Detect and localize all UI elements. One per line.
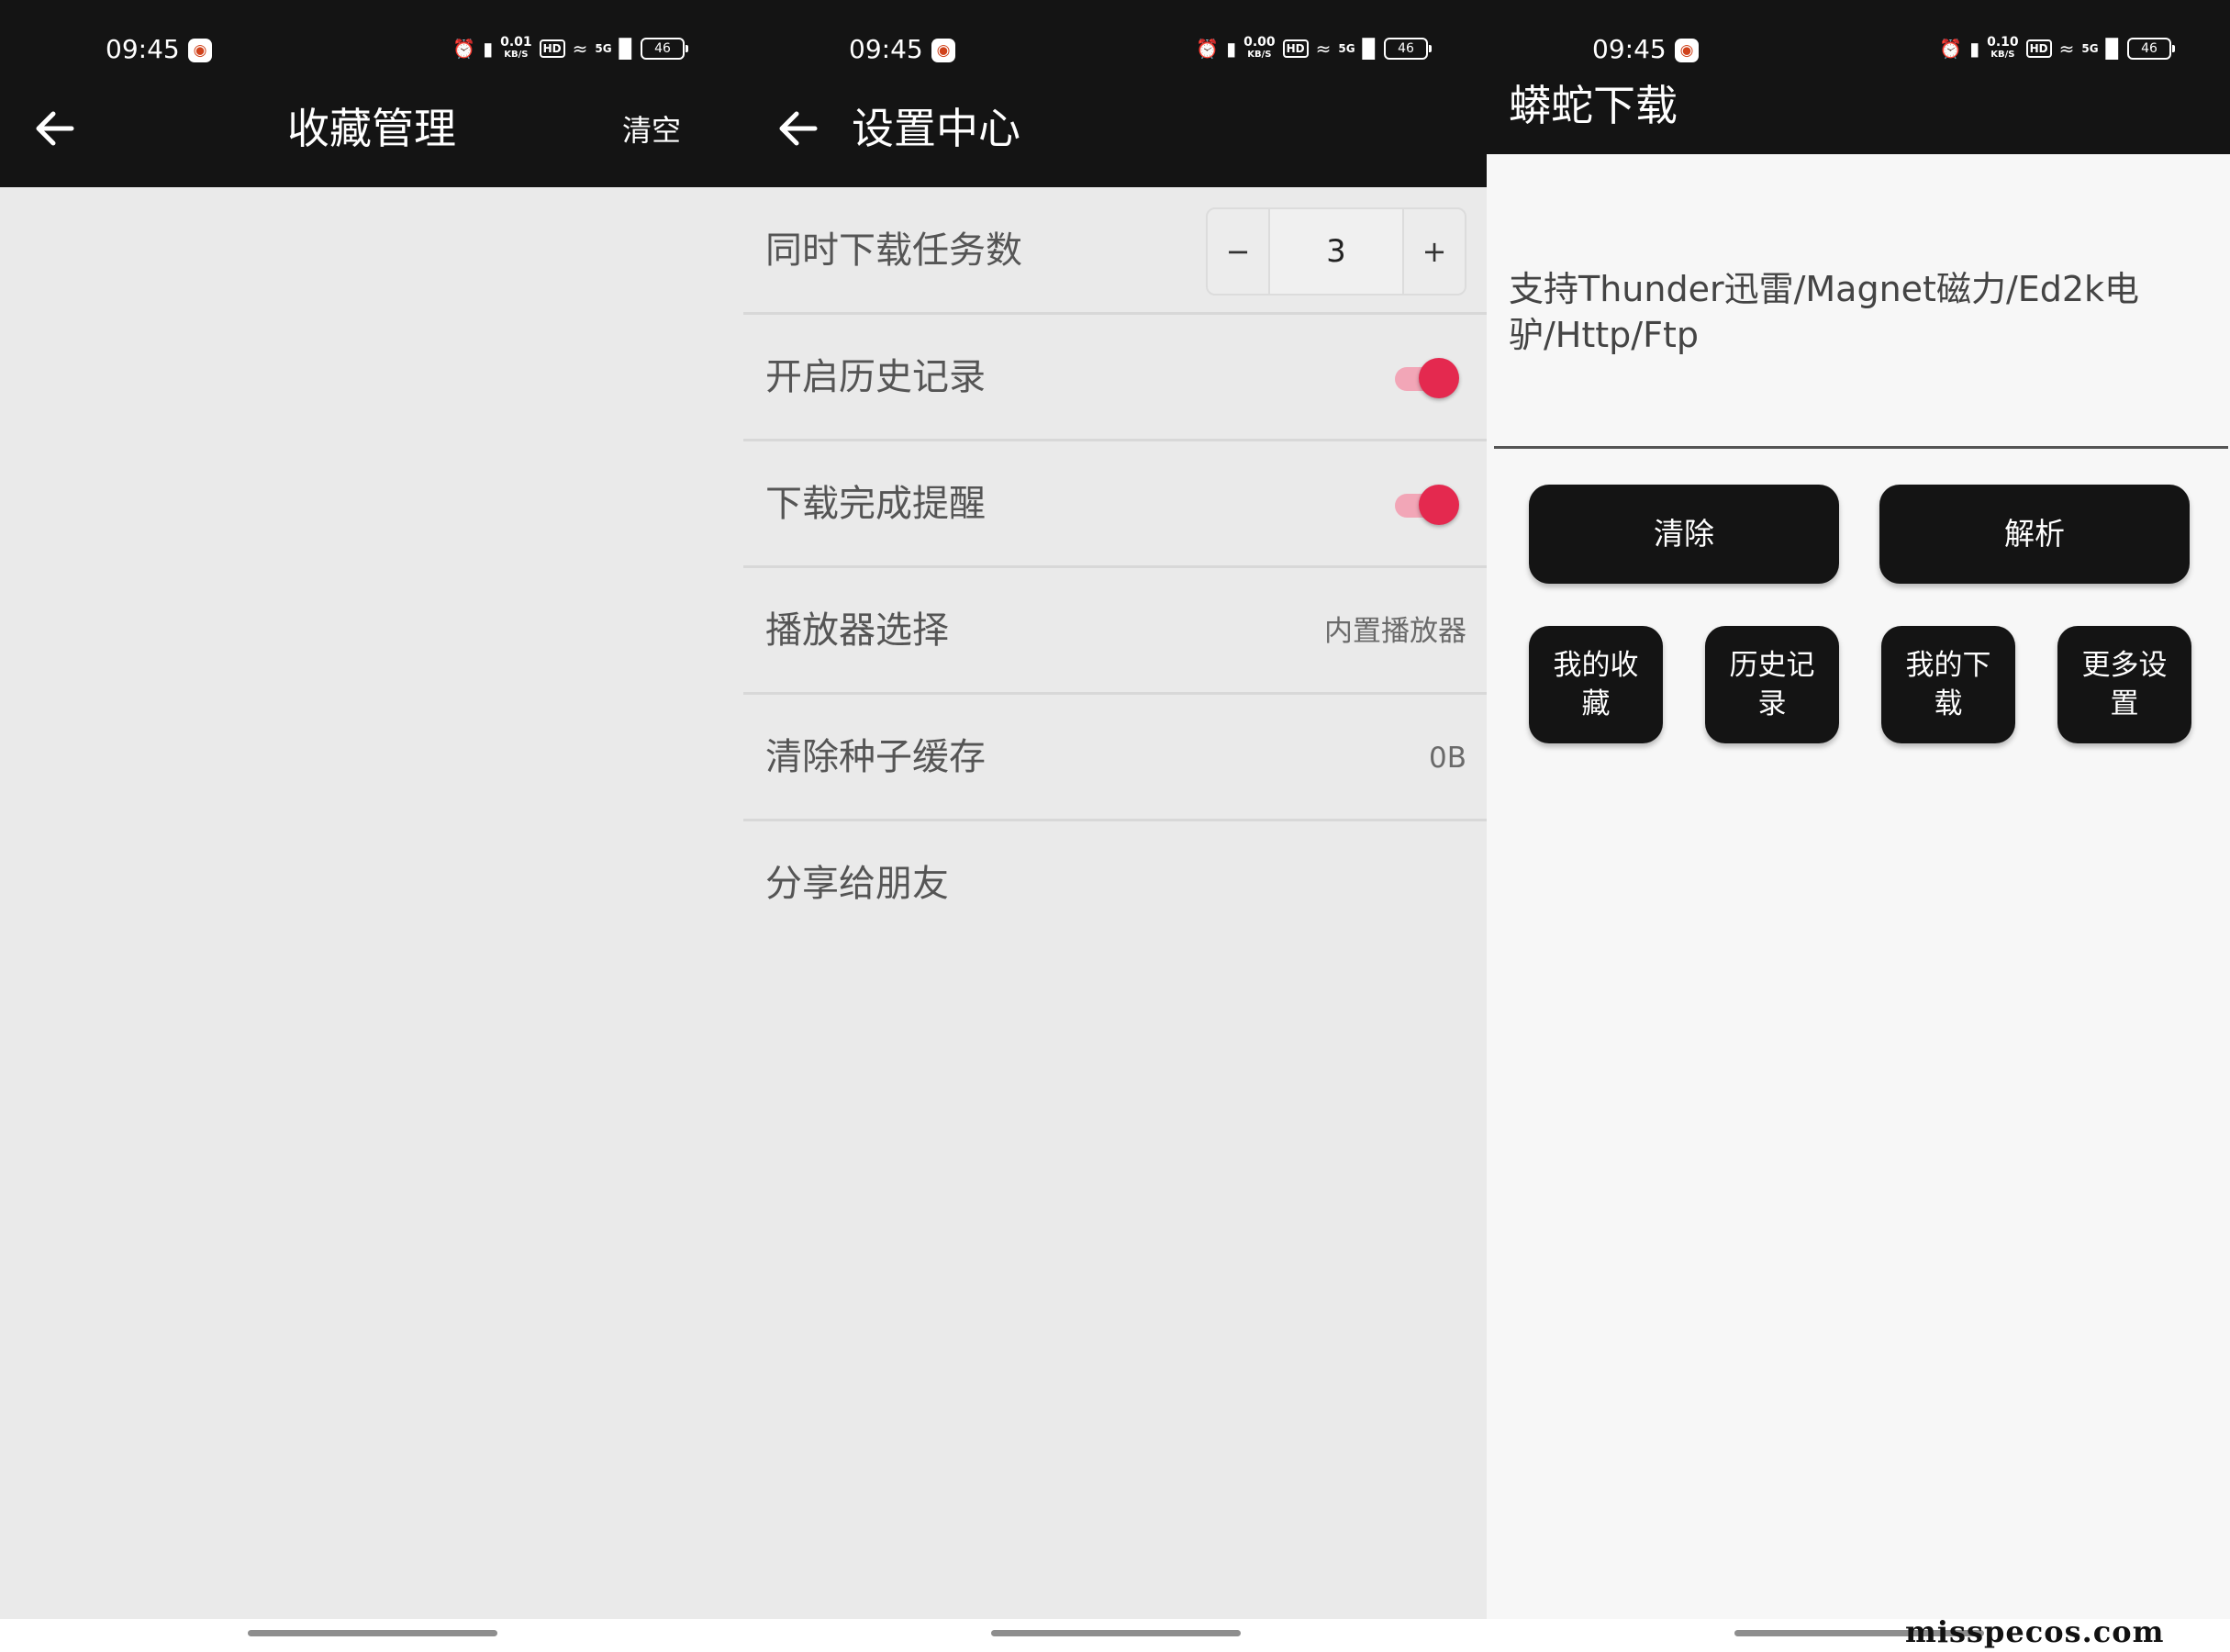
- network-speed: 0.00 KB/S: [1243, 35, 1276, 60]
- network-type: 5G: [595, 42, 612, 55]
- cache-size-value: 0B: [1429, 742, 1466, 775]
- signal-icon: ▉: [1362, 38, 1377, 60]
- input-underline: [1494, 446, 2228, 449]
- network-speed: 0.10 KB/S: [1987, 35, 2019, 60]
- player-value: 内置播放器: [1324, 615, 1466, 648]
- vibrate-icon: ▮: [1969, 38, 1980, 60]
- status-time: 09:45: [849, 34, 923, 64]
- alarm-icon: ⏰: [1939, 38, 1963, 60]
- status-icons: ⏰ ▮ 0.10 KB/S HD ≈ 5G ▉ 46: [1939, 35, 2175, 62]
- setting-row-history[interactable]: 开启历史记录: [743, 314, 1487, 441]
- toggle-thumb: [1419, 358, 1459, 398]
- setting-label: 分享给朋友: [765, 863, 949, 905]
- alarm-icon: ⏰: [1196, 38, 1220, 60]
- setting-row-player[interactable]: 播放器选择 内置播放器: [743, 567, 1487, 695]
- setting-row-share[interactable]: 分享给朋友: [743, 820, 1487, 945]
- setting-label: 清除种子缓存: [765, 736, 986, 778]
- network-speed: 0.01 KB/S: [500, 35, 532, 60]
- parse-button[interactable]: 解析: [1879, 485, 2190, 584]
- status-time: 09:45: [106, 34, 180, 64]
- home-indicator[interactable]: [991, 1630, 1241, 1636]
- app-title: 蟒蛇下载: [1509, 81, 1678, 130]
- network-type: 5G: [2081, 42, 2099, 55]
- history-toggle[interactable]: [1395, 354, 1461, 398]
- setting-label: 开启历史记录: [765, 356, 986, 398]
- wifi-icon: ≈: [572, 38, 588, 60]
- page-title: 设置中心: [852, 104, 1020, 153]
- alarm-icon: ⏰: [452, 38, 476, 60]
- link-input[interactable]: 支持Thunder迅雷/Magnet磁力/Ed2k电驴/Http/Ftp: [1509, 266, 2215, 358]
- app-notification-icon: ◉: [1675, 39, 1699, 62]
- button-label: 我的收藏: [1553, 649, 1639, 720]
- setting-row-clear-cache[interactable]: 清除种子缓存 0B: [743, 694, 1487, 821]
- watermark: misspecos.com: [1905, 1614, 2165, 1649]
- status-icons: ⏰ ▮ 0.01 KB/S HD ≈ 5G ▉ 46: [452, 35, 688, 62]
- network-type: 5G: [1338, 42, 1355, 55]
- clear-all-button[interactable]: 清空: [622, 110, 681, 151]
- wifi-icon: ≈: [1315, 38, 1332, 60]
- signal-icon: ▉: [2105, 38, 2120, 60]
- download-reminder-toggle[interactable]: [1395, 481, 1461, 525]
- setting-row-download-reminder[interactable]: 下载完成提醒: [743, 441, 1487, 568]
- clear-button[interactable]: 清除: [1529, 485, 1839, 584]
- button-label: 我的下载: [1905, 649, 1991, 720]
- button-label: 更多设置: [2081, 649, 2168, 720]
- vibrate-icon: ▮: [483, 38, 494, 60]
- settings-screen: 09:45 ◉ ⏰ ▮ 0.00 KB/S HD ≈ 5G ▉ 46 设置中心 同…: [743, 0, 1487, 1652]
- decrement-button[interactable]: −: [1208, 209, 1268, 294]
- increment-button[interactable]: +: [1404, 209, 1465, 294]
- more-settings-button[interactable]: 更多设置: [2057, 626, 2191, 743]
- hd-badge: HD: [2025, 39, 2052, 58]
- back-arrow-icon[interactable]: [775, 105, 822, 152]
- signal-icon: ▉: [619, 38, 633, 60]
- setting-label: 播放器选择: [765, 609, 949, 652]
- status-icons: ⏰ ▮ 0.00 KB/S HD ≈ 5G ▉ 46: [1196, 35, 1432, 62]
- battery-indicator: 46: [641, 38, 688, 60]
- app-notification-icon: ◉: [931, 39, 955, 62]
- status-bar: 09:45 ◉ ⏰ ▮ 0.01 KB/S HD ≈ 5G ▉ 46: [0, 0, 743, 73]
- vibrate-icon: ▮: [1226, 38, 1237, 60]
- status-bar: 09:45 ◉ ⏰ ▮ 0.00 KB/S HD ≈ 5G ▉ 46: [743, 0, 1487, 73]
- favorites-list: [0, 187, 743, 1619]
- download-count-stepper: − 3 +: [1206, 207, 1466, 296]
- setting-row-concurrent-downloads: 同时下载任务数 − 3 +: [743, 187, 1487, 315]
- home-indicator[interactable]: [248, 1630, 497, 1636]
- button-label: 历史记录: [1729, 649, 1815, 720]
- hd-badge: HD: [1282, 39, 1309, 58]
- download-screen: 09:45 ◉ ⏰ ▮ 0.10 KB/S HD ≈ 5G ▉ 46 蟒蛇下载 支…: [1487, 0, 2230, 1652]
- my-favorites-button[interactable]: 我的收藏: [1529, 626, 1663, 743]
- status-time: 09:45: [1592, 34, 1667, 64]
- battery-indicator: 46: [2127, 38, 2175, 60]
- stepper-value[interactable]: 3: [1268, 209, 1404, 294]
- battery-indicator: 46: [1384, 38, 1432, 60]
- my-downloads-button[interactable]: 我的下载: [1881, 626, 2015, 743]
- favorites-screen: 09:45 ◉ ⏰ ▮ 0.01 KB/S HD ≈ 5G ▉ 46 收藏管理 清…: [0, 0, 743, 1652]
- status-bar: 09:45 ◉ ⏰ ▮ 0.10 KB/S HD ≈ 5G ▉ 46: [1487, 0, 2230, 73]
- toggle-thumb: [1419, 485, 1459, 525]
- history-button[interactable]: 历史记录: [1705, 626, 1839, 743]
- wifi-icon: ≈: [2058, 38, 2075, 60]
- app-notification-icon: ◉: [188, 39, 212, 62]
- setting-label: 同时下载任务数: [765, 229, 1022, 272]
- hd-badge: HD: [539, 39, 565, 58]
- setting-label: 下载完成提醒: [765, 483, 986, 525]
